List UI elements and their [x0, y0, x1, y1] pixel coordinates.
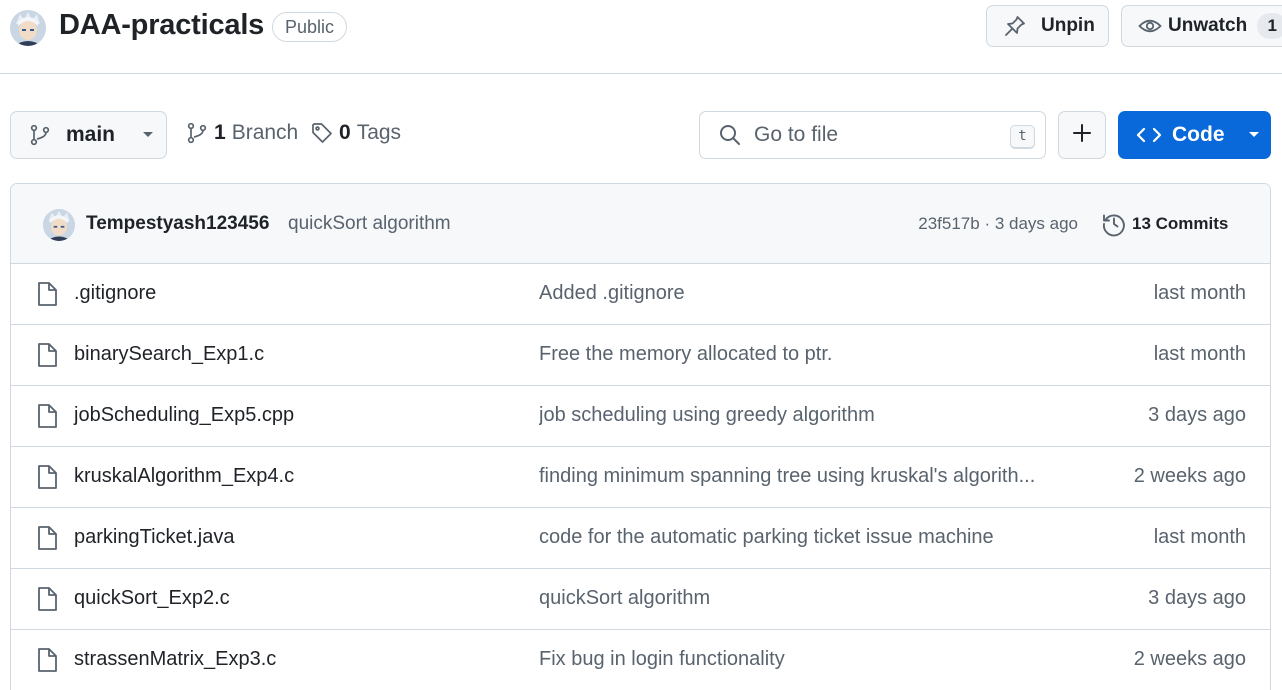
search-input[interactable] [754, 123, 994, 147]
latest-commit-bar: Tempestyash123456 quickSort algorithm 23… [11, 184, 1270, 264]
unpin-button[interactable]: Unpin [986, 5, 1109, 47]
file-name-link[interactable]: kruskalAlgorithm_Exp4.c [74, 465, 294, 488]
file-name-link[interactable]: quickSort_Exp2.c [74, 587, 230, 610]
file-icon [36, 342, 60, 368]
file-name-link[interactable]: parkingTicket.java [74, 526, 234, 549]
branch-selector[interactable]: main [10, 111, 167, 159]
file-name-link[interactable]: .gitignore [74, 282, 156, 305]
go-to-file-search[interactable]: t [699, 111, 1046, 159]
chevron-down-icon [141, 130, 155, 140]
plus-icon [1072, 123, 1092, 148]
file-name-link[interactable]: strassenMatrix_Exp3.c [74, 648, 276, 671]
file-name-link[interactable]: jobScheduling_Exp5.cpp [74, 404, 294, 427]
chevron-down-icon [1247, 130, 1261, 140]
search-icon [718, 123, 742, 147]
unpin-label: Unpin [1041, 15, 1095, 36]
tag-icon [311, 122, 333, 144]
commit-author-avatar[interactable] [43, 209, 75, 241]
branches-link[interactable]: 1 Branch [186, 121, 298, 145]
file-table: Tempestyash123456 quickSort algorithm 23… [10, 183, 1271, 690]
tag-count: 0 [339, 121, 351, 144]
file-commit-message-link[interactable]: Free the memory allocated to ptr. [539, 343, 832, 366]
commit-message[interactable]: quickSort algorithm [288, 213, 451, 235]
file-icon [36, 403, 60, 429]
file-commit-message-link[interactable]: quickSort algorithm [539, 587, 710, 610]
history-icon [1101, 211, 1127, 237]
file-commit-date: 2 weeks ago [1133, 465, 1246, 487]
add-file-button[interactable] [1058, 111, 1106, 159]
file-commit-date: 2 weeks ago [1133, 648, 1246, 670]
file-icon [36, 586, 60, 612]
branch-label: Branch [231, 121, 299, 144]
keyboard-shortcut-hint: t [1010, 125, 1035, 149]
repo-header: DAA-practicals Public Unpin Unwatch 1 [0, 0, 1282, 74]
file-row[interactable]: binarySearch_Exp1.c Free the memory alloc… [11, 325, 1270, 386]
file-icon [36, 525, 60, 551]
file-row[interactable]: parkingTicket.java code for the automatic… [11, 508, 1270, 569]
file-commit-date: 3 days ago [1148, 587, 1246, 609]
commits-count-label: 13 Commits [1132, 214, 1229, 233]
tags-link[interactable]: 0 Tags [311, 121, 401, 145]
unwatch-button[interactable]: Unwatch 1 [1121, 5, 1282, 47]
file-row[interactable]: kruskalAlgorithm_Exp4.c finding minimum s… [11, 447, 1270, 508]
file-commit-date: last month [1153, 526, 1246, 548]
eye-icon [1138, 14, 1162, 38]
file-commit-message-link[interactable]: code for the automatic parking ticket is… [539, 526, 994, 549]
file-icon [36, 464, 60, 490]
file-commit-date: last month [1153, 282, 1246, 304]
file-commit-message-link[interactable]: Added .gitignore [539, 282, 685, 305]
commit-hash-time[interactable]: 23f517b · 3 days ago [918, 214, 1078, 234]
file-row[interactable]: quickSort_Exp2.c quickSort algorithm 3 day… [11, 569, 1270, 630]
unwatch-label: Unwatch [1168, 15, 1248, 36]
owner-avatar[interactable] [10, 10, 46, 46]
branch-name: main [66, 123, 116, 146]
git-branch-icon [29, 124, 51, 146]
tag-label: Tags [356, 121, 402, 144]
branch-count: 1 [214, 121, 226, 144]
file-icon [36, 281, 60, 307]
file-commit-message-link[interactable]: finding minimum spanning tree using krus… [539, 465, 1035, 488]
commit-author[interactable]: Tempestyash123456 [86, 213, 269, 235]
file-row[interactable]: jobScheduling_Exp5.cpp job scheduling usi… [11, 386, 1270, 447]
file-row[interactable]: strassenMatrix_Exp3.c Fix bug in login fu… [11, 630, 1270, 690]
file-commit-message-link[interactable]: job scheduling using greedy algorithm [539, 404, 875, 427]
code-button[interactable]: Code [1118, 111, 1271, 159]
file-commit-date: last month [1153, 343, 1246, 365]
commits-history-link[interactable]: 13 Commits [1101, 211, 1228, 237]
code-label: Code [1172, 123, 1225, 146]
code-icon [1136, 123, 1162, 147]
file-name-link[interactable]: binarySearch_Exp1.c [74, 343, 264, 366]
file-row[interactable]: .gitignore Added .gitignore last month [11, 264, 1270, 325]
file-icon [36, 647, 60, 673]
file-commit-date: 3 days ago [1148, 404, 1246, 426]
repo-name[interactable]: DAA-practicals [59, 9, 264, 42]
watch-counter: 1 [1257, 13, 1282, 39]
pin-icon [1003, 14, 1027, 38]
git-branch-icon [186, 122, 208, 144]
visibility-badge: Public [272, 12, 348, 42]
file-commit-message-link[interactable]: Fix bug in login functionality [539, 648, 785, 671]
